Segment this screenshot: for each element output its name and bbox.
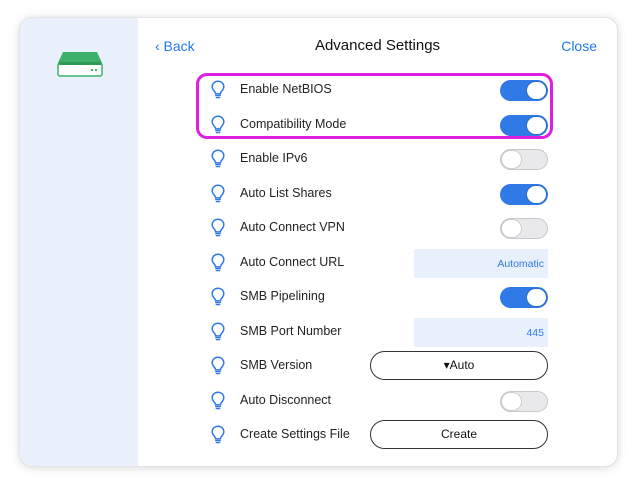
lightbulb-icon[interactable] [211, 80, 225, 99]
main-panel: ‹ Back Advanced Settings Close Enable Ne… [138, 18, 617, 466]
setting-row-compatibility-mode: Compatibility Mode [206, 108, 548, 142]
setting-row-auto-disconnect: Auto Disconnect [206, 384, 548, 418]
settings-window: ‹ Back Advanced Settings Close Enable Ne… [20, 18, 617, 466]
setting-row-create-settings-file: Create Settings File Create [206, 418, 548, 452]
lightbulb-icon[interactable] [211, 390, 225, 410]
setting-label: Auto Connect VPN [240, 220, 345, 234]
create-settings-file-button[interactable]: Create [370, 420, 548, 449]
auto-connect-url-field[interactable]: Automatic [414, 248, 548, 278]
toggle-knob [527, 116, 546, 134]
setting-label: Compatibility Mode [240, 116, 347, 131]
page-title: Advanced Settings [314, 37, 441, 54]
auto-disconnect-toggle[interactable] [500, 390, 548, 412]
setting-row-auto-connect-url: Auto Connect URL Automatic [206, 246, 548, 280]
setting-label: SMB Port Number [240, 323, 342, 338]
lightbulb-icon[interactable] [211, 252, 225, 272]
toggle-knob [502, 392, 521, 410]
smb-version-select[interactable]: ▾Auto [370, 351, 548, 380]
setting-row-smb-version: SMB Version ▾Auto [206, 349, 548, 383]
enable-netbios-toggle[interactable] [500, 80, 548, 101]
close-button[interactable]: Close [561, 38, 597, 54]
setting-label: Auto Disconnect [240, 392, 332, 407]
lightbulb-icon[interactable] [211, 114, 225, 134]
setting-label: Create Settings File [240, 427, 350, 441]
network-drive-icon[interactable] [57, 50, 103, 78]
setting-row-enable-netbios: Enable NetBIOS [206, 73, 548, 107]
toggle-knob [502, 151, 521, 168]
lightbulb-icon[interactable] [211, 425, 225, 444]
nav-header: ‹ Back Advanced Settings Close [138, 18, 617, 74]
setting-label: Enable IPv6 [240, 151, 308, 165]
smb-pipelining-toggle[interactable] [500, 287, 548, 308]
setting-label: SMB Version [240, 358, 313, 372]
setting-row-smb-port-number: SMB Port Number 445 [206, 315, 548, 349]
lightbulb-icon[interactable] [211, 287, 225, 306]
setting-label: SMB Pipelining [240, 289, 325, 303]
enable-ipv6-toggle[interactable] [500, 149, 548, 170]
toggle-knob [502, 220, 521, 237]
toggle-knob [527, 185, 546, 203]
auto-connect-vpn-toggle[interactable] [500, 218, 548, 239]
smb-port-number-field[interactable]: 445 [414, 317, 548, 347]
setting-row-auto-connect-vpn: Auto Connect VPN [206, 211, 548, 245]
lightbulb-icon[interactable] [211, 321, 225, 341]
setting-row-smb-pipelining: SMB Pipelining [206, 280, 548, 314]
compatibility-mode-toggle[interactable] [500, 114, 548, 136]
setting-label: Enable NetBIOS [240, 82, 332, 96]
setting-label: Auto Connect URL [240, 254, 345, 269]
auto-list-shares-toggle[interactable] [500, 183, 548, 205]
lightbulb-icon[interactable] [211, 149, 225, 168]
lightbulb-icon[interactable] [211, 356, 225, 375]
setting-row-auto-list-shares: Auto List Shares [206, 177, 548, 211]
setting-row-enable-ipv6: Enable IPv6 [206, 142, 548, 176]
sidebar [20, 18, 138, 466]
setting-label: Auto List Shares [240, 185, 332, 200]
toggle-knob [527, 82, 546, 99]
lightbulb-icon[interactable] [211, 218, 225, 237]
toggle-knob [527, 289, 546, 306]
lightbulb-icon[interactable] [211, 183, 225, 203]
